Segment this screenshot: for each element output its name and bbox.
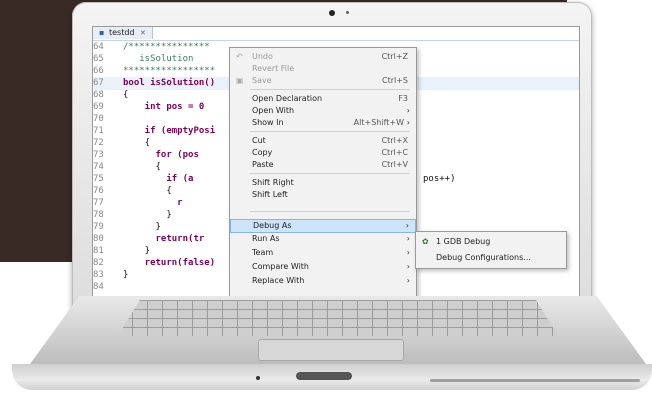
menu-item-shift-right[interactable]: Shift Right xyxy=(230,177,416,189)
chevron-right-icon: › xyxy=(406,234,410,243)
menu-item-replace-with[interactable]: Replace With › xyxy=(230,275,416,287)
chevron-right-icon: › xyxy=(406,276,410,285)
chevron-right-icon: › xyxy=(406,248,410,257)
debug-as-submenu: ✿ 1 GDB Debug Debug Configurations... xyxy=(415,231,567,269)
menu-item-open-with[interactable]: Open With › xyxy=(230,105,416,117)
chevron-right-icon: › xyxy=(406,118,410,127)
menu-separator xyxy=(250,89,410,90)
c-file-icon: ▪ xyxy=(99,28,105,37)
save-icon: ▣ xyxy=(236,76,244,85)
menu-item-run-as[interactable]: Run As › xyxy=(230,233,416,245)
menu-item-team[interactable]: Team › xyxy=(230,247,416,259)
menu-item-compare-with[interactable]: Compare With › xyxy=(230,261,416,273)
close-icon[interactable]: ✕ xyxy=(140,29,146,37)
chevron-right-icon: › xyxy=(406,106,410,115)
menu-item-revert-file[interactable]: Revert File xyxy=(230,63,416,75)
editor-tab[interactable]: ▪ testdd ✕ xyxy=(93,27,153,39)
menu-separator xyxy=(250,173,410,174)
menu-item-debug-as[interactable]: Debug As › xyxy=(230,219,416,233)
context-menu: ↶ Undo Ctrl+Z Revert File ▣ Save Ctrl+S Op… xyxy=(229,47,417,303)
power-led xyxy=(256,376,260,380)
editor-tab-label: testdd xyxy=(108,28,135,37)
trackpad xyxy=(258,339,404,361)
laptop-screen: ▪ testdd ✕ 64/*************** 65 isSolut… xyxy=(92,26,580,304)
menu-item-undo[interactable]: ↶ Undo Ctrl+Z xyxy=(230,51,416,63)
menu-item-paste[interactable]: Paste Ctrl+V xyxy=(230,159,416,171)
code-fragment-right: pos++) xyxy=(423,174,456,184)
menu-item-show-in[interactable]: Show In Alt+Shift+W › xyxy=(230,117,416,129)
lid-notch xyxy=(296,372,352,380)
menu-item-copy[interactable]: Copy Ctrl+C xyxy=(230,147,416,159)
chevron-right-icon: › xyxy=(406,262,410,271)
submenu-item-debug-configurations[interactable]: Debug Configurations... xyxy=(416,252,566,264)
menu-item-cut[interactable]: Cut Ctrl+X xyxy=(230,135,416,147)
keyboard xyxy=(118,300,558,336)
webcam-light xyxy=(346,11,349,14)
front-vent xyxy=(430,379,640,382)
menu-item-save[interactable]: ▣ Save Ctrl+S xyxy=(230,75,416,87)
undo-icon: ↶ xyxy=(236,52,243,61)
chevron-right-icon: › xyxy=(405,221,409,230)
menu-item-open-declaration[interactable]: Open Declaration F3 xyxy=(230,93,416,105)
submenu-item-gdb-debug[interactable]: ✿ 1 GDB Debug xyxy=(416,236,566,248)
menu-separator xyxy=(250,131,410,132)
webcam xyxy=(329,10,335,16)
debug-icon: ✿ xyxy=(422,237,429,246)
menu-separator xyxy=(250,211,410,212)
menu-item-shift-left[interactable]: Shift Left xyxy=(230,189,416,201)
